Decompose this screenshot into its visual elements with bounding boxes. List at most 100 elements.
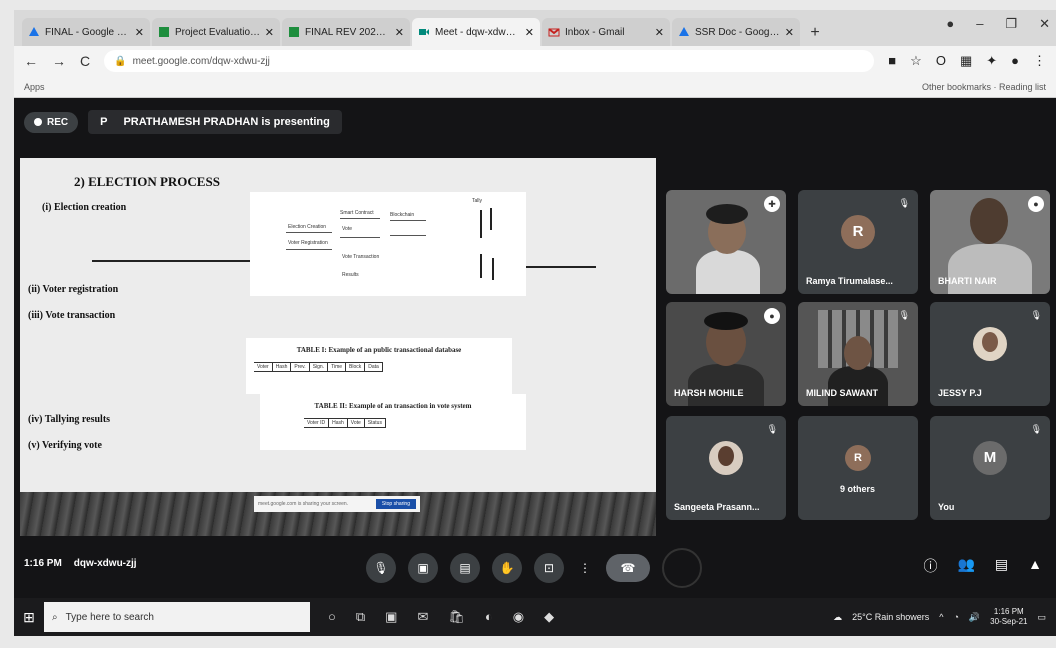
close-icon[interactable]: ✕ bbox=[395, 26, 404, 39]
table-header: Block bbox=[346, 363, 366, 371]
participant-tile[interactable]: ● HARSH MOHILE bbox=[666, 302, 786, 406]
close-icon[interactable]: ✕ bbox=[525, 26, 534, 39]
window-controls: ● – ❐ ✕ bbox=[946, 16, 1050, 32]
slide-rule bbox=[526, 266, 596, 268]
weather-text[interactable]: 25°C Rain showers bbox=[852, 612, 929, 622]
participant-name: HARSH MOHILE bbox=[674, 388, 744, 398]
cortana-icon[interactable]: ○ bbox=[328, 609, 336, 625]
browser-tab-final-rev[interactable]: FINAL REV 2020-21 ✕ bbox=[282, 18, 410, 46]
browser-tab-gmail[interactable]: Inbox - Gmail ✕ bbox=[542, 18, 670, 46]
account-icon[interactable]: ● bbox=[1011, 53, 1019, 69]
taskbar-search[interactable]: ⌕ Type here to search bbox=[44, 602, 310, 632]
participant-tile[interactable]: 🎙 JESSY P.J bbox=[930, 302, 1050, 406]
forward-icon[interactable]: → bbox=[52, 53, 66, 69]
recording-badge: REC bbox=[24, 111, 79, 133]
browser-tab-ssr-doc[interactable]: SSR Doc - Google Drive ✕ bbox=[672, 18, 800, 46]
captions-button[interactable]: ▤ bbox=[450, 553, 480, 583]
chrome-icon[interactable]: ◉ bbox=[513, 609, 524, 625]
maximize-icon[interactable]: ❐ bbox=[1005, 16, 1017, 32]
reload-icon[interactable]: C bbox=[80, 53, 90, 69]
tab-label: FINAL - Google Drive bbox=[45, 26, 131, 38]
new-tab-button[interactable]: + bbox=[802, 20, 828, 46]
participant-name: Sangeeta Prasann... bbox=[674, 502, 760, 512]
participant-tile[interactable]: 🎙 MILIND SAWANT bbox=[798, 302, 918, 406]
table-header: Prev. bbox=[291, 363, 310, 371]
presenter-banner: P PRATHAMESH PRADHAN is presenting bbox=[88, 110, 342, 134]
participant-tile[interactable]: ● BHARTI NAIR bbox=[930, 190, 1050, 294]
drive-icon bbox=[28, 26, 40, 38]
address-bar[interactable]: 🔒 meet.google.com/dqw-xdwu-zjj bbox=[104, 50, 875, 72]
minimize-icon[interactable]: – bbox=[976, 16, 983, 32]
end-call-button[interactable]: ☎ bbox=[606, 554, 650, 582]
meeting-code: dqw-xdwu-zjj bbox=[73, 558, 137, 569]
tray-arrow-icon[interactable]: ^ bbox=[939, 612, 943, 622]
other-bookmarks[interactable]: Other bookmarks · Reading list bbox=[922, 82, 1046, 92]
notification-icon[interactable]: ▭ bbox=[1037, 612, 1046, 623]
clock[interactable]: 1:16 PM 30-Sep-21 bbox=[990, 607, 1027, 627]
pin-icon[interactable]: ● bbox=[764, 308, 780, 324]
search-placeholder: Type here to search bbox=[65, 611, 154, 623]
info-icon[interactable]: ⓘ bbox=[923, 556, 937, 576]
meet-topbar: REC P PRATHAMESH PRADHAN is presenting bbox=[24, 110, 342, 134]
close-icon[interactable]: ✕ bbox=[655, 26, 664, 39]
raise-hand-button[interactable]: ✋ bbox=[492, 553, 522, 583]
apps-bookmark[interactable]: Apps bbox=[24, 82, 45, 92]
close-icon[interactable]: ✕ bbox=[785, 26, 794, 39]
activities-icon[interactable]: ▲ bbox=[1028, 556, 1042, 576]
volume-icon[interactable]: 🔊 bbox=[969, 612, 980, 623]
chat-icon[interactable]: ▤ bbox=[995, 556, 1008, 576]
self-tile[interactable]: M 🎙 You bbox=[930, 416, 1050, 520]
pin-icon[interactable]: ● bbox=[1028, 196, 1044, 212]
browser-tab-evaluation[interactable]: Project Evaluation Sheet ✕ bbox=[152, 18, 280, 46]
extension-icon[interactable]: ▦ bbox=[960, 53, 972, 69]
search-icon: ⌕ bbox=[52, 611, 58, 623]
participant-tile[interactable]: R 🎙 Ramya Tirumalase... bbox=[798, 190, 918, 294]
avatar: R bbox=[841, 214, 875, 249]
people-icon[interactable]: 👥 bbox=[957, 556, 974, 576]
table-header: Voter bbox=[254, 363, 273, 371]
mic-off-icon: 🎙 bbox=[898, 198, 910, 208]
clock-time: 1:16 PM bbox=[993, 607, 1024, 616]
mic-off-icon: 🎙 bbox=[1030, 310, 1042, 320]
edge-icon[interactable]: ◐ bbox=[485, 609, 493, 625]
windows-start-icon[interactable]: ⊞ bbox=[14, 609, 44, 626]
camera-button[interactable]: ▣ bbox=[408, 553, 438, 583]
participant-tile[interactable]: 🎙 Sangeeta Prasann... bbox=[666, 416, 786, 520]
tab-label: FINAL REV 2020-21 bbox=[305, 26, 391, 38]
activity-button[interactable] bbox=[662, 548, 702, 588]
browser-tab-drive[interactable]: FINAL - Google Drive ✕ bbox=[22, 18, 150, 46]
tab-label: Meet - dqw-xdwu-zjj bbox=[435, 26, 521, 38]
store-icon[interactable]: 🛍 bbox=[448, 609, 465, 625]
present-button[interactable]: ⊡ bbox=[534, 553, 564, 583]
camera-icon[interactable]: ■ bbox=[888, 53, 896, 69]
close-icon[interactable]: ✕ bbox=[265, 26, 274, 39]
menu-icon[interactable]: ⋮ bbox=[1033, 53, 1046, 69]
opera-icon[interactable]: O bbox=[936, 53, 946, 69]
mic-button[interactable]: 🎙 bbox=[366, 553, 396, 583]
back-icon[interactable]: ← bbox=[24, 53, 38, 69]
mail-icon bbox=[548, 26, 560, 38]
task-view-icon[interactable]: ⧉ bbox=[356, 609, 365, 625]
close-icon[interactable]: ✕ bbox=[135, 26, 144, 39]
mic-off-icon: 🎙 bbox=[898, 310, 910, 320]
others-tile[interactable]: R 9 others bbox=[798, 416, 918, 520]
slide-item: (i) Election creation bbox=[42, 202, 127, 213]
star-icon[interactable]: ☆ bbox=[910, 53, 922, 69]
app-icon[interactable]: ◆ bbox=[544, 609, 554, 625]
diagram-bar bbox=[480, 210, 482, 238]
close-window-icon[interactable]: ✕ bbox=[1039, 16, 1050, 32]
slide-title: 2) ELECTION PROCESS bbox=[74, 174, 220, 189]
explorer-icon[interactable]: ▣ bbox=[385, 609, 397, 625]
puzzle-icon[interactable]: ✦ bbox=[986, 53, 997, 69]
network-icon[interactable]: ◔ bbox=[953, 612, 958, 622]
browser-tab-meet[interactable]: Meet - dqw-xdwu-zjj ✕ bbox=[412, 18, 540, 46]
presented-slide: 2) ELECTION PROCESS (i) Election creatio… bbox=[20, 158, 656, 492]
diagram-bar bbox=[490, 208, 492, 230]
profile-icon[interactable]: ● bbox=[946, 16, 954, 32]
table-header: Time bbox=[328, 363, 347, 371]
more-options-button[interactable]: ⋮ bbox=[576, 553, 594, 583]
mail-app-icon[interactable]: ✉ bbox=[417, 609, 428, 625]
participant-tile[interactable]: ✚ bbox=[666, 190, 786, 294]
pin-icon[interactable]: ✚ bbox=[764, 196, 780, 212]
stop-sharing-button[interactable]: Stop sharing bbox=[375, 499, 416, 509]
